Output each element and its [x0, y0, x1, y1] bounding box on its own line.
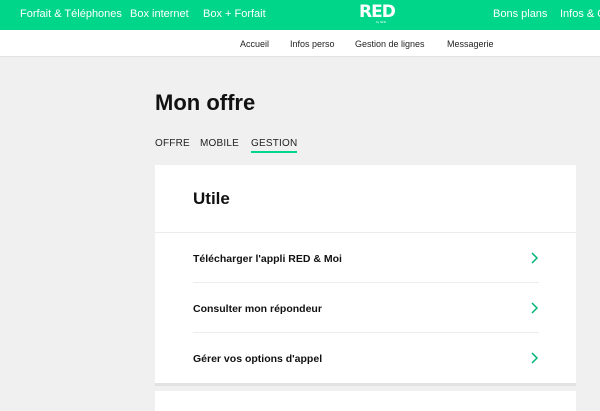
logo-text: RED [359, 2, 396, 22]
tab-mobile[interactable]: MOBILE [200, 138, 239, 149]
chevron-right-icon [531, 302, 539, 314]
next-card [155, 391, 576, 411]
tab-offre[interactable]: OFFRE [155, 138, 190, 149]
nav-box-internet[interactable]: Box internet [130, 8, 189, 20]
logo-subtext: by SFR [376, 20, 387, 24]
red-logo[interactable]: RED by SFR [359, 2, 396, 27]
utile-card: Utile Télécharger l'appli RED & Moi Cons… [155, 165, 576, 383]
subnav-infos-perso[interactable]: Infos perso [290, 39, 335, 49]
row-label: Consulter mon répondeur [193, 303, 322, 315]
nav-infos-questions[interactable]: Infos & Q [560, 8, 600, 20]
chevron-right-icon [531, 252, 539, 264]
tab-gestion[interactable]: GESTION [251, 138, 298, 153]
account-subnav: Accueil Infos perso Gestion de lignes Me… [0, 30, 600, 57]
chevron-right-icon [531, 352, 539, 364]
subnav-messagerie[interactable]: Messagerie [447, 39, 494, 49]
subnav-accueil[interactable]: Accueil [240, 39, 269, 49]
nav-box-forfait[interactable]: Box + Forfait [203, 8, 266, 20]
card-shadow [155, 383, 576, 386]
card-title: Utile [193, 189, 230, 208]
top-navigation-bar: Forfait & Téléphones Box internet Box + … [0, 0, 600, 30]
row-label: Gérer vos options d'appel [193, 353, 323, 365]
row-gerer-options-appel[interactable]: Gérer vos options d'appel [193, 333, 539, 383]
nav-forfait-telephones[interactable]: Forfait & Téléphones [20, 8, 122, 20]
nav-bons-plans[interactable]: Bons plans [493, 8, 547, 20]
subnav-gestion-lignes[interactable]: Gestion de lignes [355, 39, 425, 49]
row-telecharger-appli[interactable]: Télécharger l'appli RED & Moi [193, 233, 539, 283]
row-consulter-repondeur[interactable]: Consulter mon répondeur [193, 283, 539, 333]
page-title: Mon offre [155, 90, 256, 115]
row-label: Télécharger l'appli RED & Moi [193, 253, 342, 265]
